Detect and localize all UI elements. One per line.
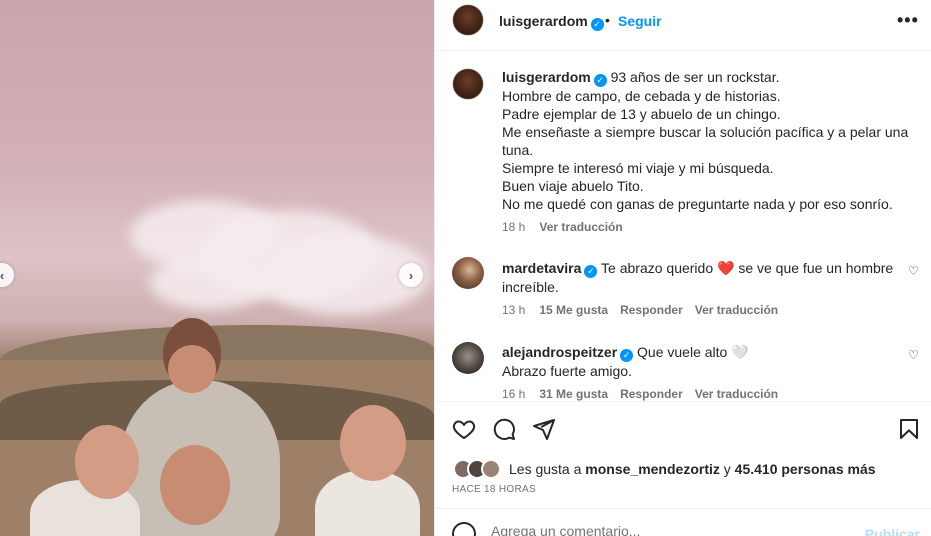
comment-like-icon[interactable]: ♡: [908, 348, 919, 362]
caption-time: 18 h: [502, 220, 526, 234]
caption-line: tuna.: [502, 142, 534, 158]
comment-time: 16 h: [502, 387, 526, 401]
comment-item: alejandrospeitzer ✓ Que vuele alto 🤍 Abra…: [502, 343, 902, 380]
caption-line: Siempre te interesó mi viaje y mi búsque…: [502, 160, 774, 176]
comment-item: mardetavira ✓ Te abrazo querido ❤️ se ve …: [502, 259, 902, 296]
heart-icon[interactable]: [452, 417, 476, 441]
liker-username[interactable]: monse_mendezortiz: [585, 461, 720, 477]
caption-line: 93 años de ser un rockstar.: [610, 69, 780, 85]
verified-icon: ✓: [584, 265, 598, 278]
follow-button[interactable]: Seguir: [618, 13, 662, 29]
share-icon[interactable]: [532, 417, 556, 441]
post-time-ago: HACE 18 HORAS: [452, 484, 536, 495]
comment-likes[interactable]: 31 Me gusta: [539, 387, 608, 401]
liker-avatar: [481, 459, 501, 479]
see-translation-link[interactable]: Ver traducción: [539, 220, 622, 234]
see-translation-link[interactable]: Ver traducción: [695, 303, 778, 317]
verified-icon: ✓: [593, 74, 607, 87]
post-details-pane: luisgerardom ✓ • Seguir ••• luisgerardom ✓…: [434, 0, 931, 536]
post-caption: luisgerardom ✓ 93 años de ser un rockstar…: [502, 68, 912, 213]
comment-avatar[interactable]: [452, 257, 484, 289]
add-comment-bar: Publicar: [435, 508, 931, 536]
heart-emoji-icon: ❤️: [717, 260, 735, 276]
comment-text: Abrazo fuerte amigo.: [502, 363, 632, 379]
likes-count[interactable]: 45.410 personas más: [735, 461, 876, 477]
caption-line: Buen viaje abuelo Tito.: [502, 178, 644, 194]
caption-line: No me quedé con ganas de preguntarte nad…: [502, 196, 893, 212]
comment-time: 13 h: [502, 303, 526, 317]
caption-line: Hombre de campo, de cebada y de historia…: [502, 88, 781, 104]
save-icon[interactable]: [897, 417, 921, 441]
caption-meta: 18 h Ver traducción: [502, 220, 623, 234]
comment-meta: 13 h 15 Me gusta Responder Ver traducción: [502, 303, 778, 317]
comment-like-icon[interactable]: ♡: [908, 264, 919, 278]
avatar[interactable]: [452, 4, 484, 36]
likes-prefix: Les gusta a: [509, 461, 582, 477]
likes-summary: Les gusta a monse_mendezortiz y 45.410 p…: [509, 461, 876, 477]
separator-dot: •: [605, 12, 610, 28]
white-heart-emoji-icon: 🤍: [731, 344, 749, 360]
comment-username[interactable]: alejandrospeitzer: [502, 344, 617, 360]
comment-meta: 16 h 31 Me gusta Responder Ver traducción: [502, 387, 778, 401]
caption-username[interactable]: luisgerardom: [502, 69, 591, 85]
post-actions: Les gusta a monse_mendezortiz y 45.410 p…: [435, 401, 931, 536]
slide-next-button[interactable]: ›: [399, 263, 423, 287]
verified-icon: ✓: [590, 18, 604, 31]
comment-text: se ve que fue un hombre: [738, 260, 894, 276]
caption-avatar[interactable]: [452, 68, 484, 100]
caption-line: Padre ejemplar de 13 y abuelo de un chin…: [502, 106, 781, 122]
post-header: luisgerardom ✓ • Seguir •••: [435, 0, 931, 51]
comment-username[interactable]: mardetavira: [502, 260, 581, 276]
post-photo: ‹ ›: [0, 0, 434, 536]
comment-avatar[interactable]: [452, 342, 484, 374]
comment-text: increíble.: [502, 279, 559, 295]
caption-line: Me enseñaste a siempre buscar la solució…: [502, 124, 909, 140]
comment-text: Que vuele alto: [637, 344, 728, 360]
publish-button[interactable]: Publicar: [865, 526, 920, 536]
more-options-icon[interactable]: •••: [897, 10, 919, 31]
likes-connector: y: [723, 461, 731, 477]
comment-text: Te abrazo querido: [601, 260, 714, 276]
see-translation-link[interactable]: Ver traducción: [695, 387, 778, 401]
comment-icon[interactable]: [492, 417, 516, 441]
emoji-icon[interactable]: [452, 522, 476, 536]
reply-button[interactable]: Responder: [620, 387, 683, 401]
verified-icon: ✓: [620, 349, 634, 362]
comment-likes[interactable]: 15 Me gusta: [539, 303, 608, 317]
comment-input[interactable]: [491, 523, 821, 536]
slide-prev-button[interactable]: ‹: [0, 263, 14, 287]
author-username[interactable]: luisgerardom ✓: [499, 13, 604, 31]
reply-button[interactable]: Responder: [620, 303, 683, 317]
